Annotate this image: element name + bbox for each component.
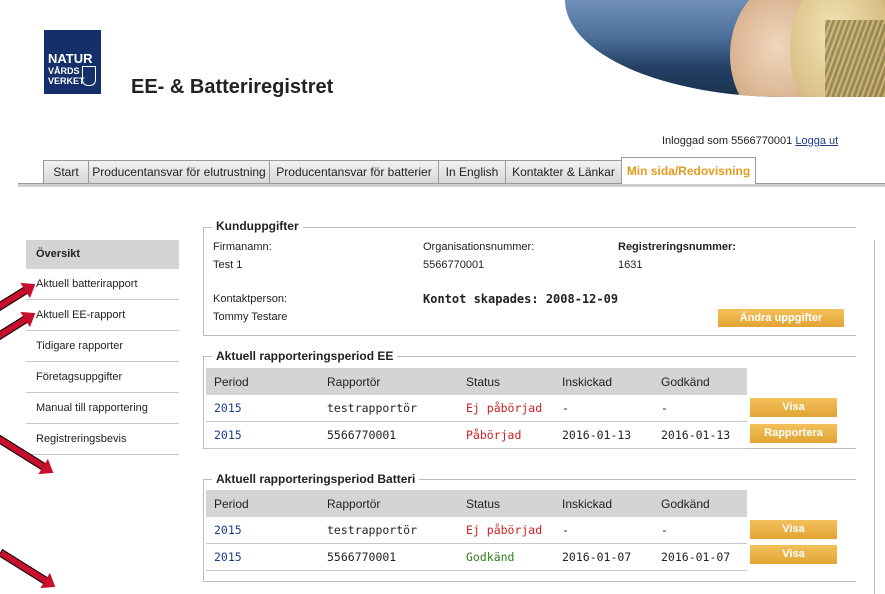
approved-cell: - xyxy=(653,395,747,422)
contact-value: Tommy Testare xyxy=(213,311,288,323)
sidebar-item-foretagsuppgifter[interactable]: Företagsuppgifter xyxy=(26,362,179,393)
status-cell: Påbörjad xyxy=(458,421,554,449)
site-title: EE- & Batteriregistret xyxy=(131,76,334,98)
table-header: Period Rapportör Status Inskickad Godkän… xyxy=(206,368,747,395)
approved-cell: 2016-01-13 xyxy=(653,421,747,449)
tab-in-english[interactable]: In English xyxy=(438,160,506,183)
sent-cell: - xyxy=(554,395,653,422)
tab-elutrustning[interactable]: Producentansvar för elutrustning xyxy=(88,160,270,183)
col-rapportor: Rapportör xyxy=(319,368,458,395)
login-info: Inloggad som 5566770001 Logga ut xyxy=(662,135,838,147)
status-cell: Godkänd xyxy=(458,543,554,571)
col-period: Period xyxy=(206,490,319,517)
col-status: Status xyxy=(458,490,554,517)
ee-period-legend: Aktuell rapporteringsperiod EE xyxy=(212,349,398,363)
battery-period-legend: Aktuell rapporteringsperiod Batteri xyxy=(212,472,420,486)
table-header: Period Rapportör Status Inskickad Godkän… xyxy=(206,490,747,517)
col-inskickad: Inskickad xyxy=(554,490,653,517)
annotation-arrow xyxy=(0,315,29,344)
view-button[interactable]: Visa xyxy=(750,520,837,539)
customer-legend: Kunduppgifter xyxy=(212,219,303,233)
tab-min-sida[interactable]: Min sida/Redovisning xyxy=(621,157,756,184)
period-cell[interactable]: 2015 xyxy=(206,517,319,544)
reg-label: Registreringsnummer: xyxy=(618,241,736,253)
table-row: 2015 testrapportör Ej påbörjad - - xyxy=(206,395,747,422)
sent-cell: - xyxy=(554,517,653,544)
reporter-cell: 5566770001 xyxy=(319,421,458,449)
header-photo xyxy=(565,0,885,97)
org-label: Organisationsnummer: xyxy=(423,241,535,253)
approved-cell: - xyxy=(653,517,747,544)
edit-details-button[interactable]: Ändra uppgifter xyxy=(718,309,844,327)
col-godkand: Godkänd xyxy=(653,490,747,517)
col-inskickad: Inskickad xyxy=(554,368,653,395)
photo-grass xyxy=(825,20,885,97)
logout-link[interactable]: Logga ut xyxy=(795,135,838,147)
naturvardsverket-logo[interactable]: NATUR VÅRDS VERKET xyxy=(44,30,101,94)
table-row: 2015 5566770001 Påbörjad 2016-01-13 2016… xyxy=(206,421,747,449)
battery-period-table: Period Rapportör Status Inskickad Godkän… xyxy=(206,490,747,571)
status-cell: Ej påbörjad xyxy=(458,395,554,422)
company-label: Firmanamn: xyxy=(213,241,272,253)
sidebar: Översikt Aktuell batterirapport Aktuell … xyxy=(26,240,179,455)
period-cell[interactable]: 2015 xyxy=(206,421,319,449)
table-row: 2015 testrapportör Ej påbörjad - - xyxy=(206,517,747,544)
period-cell[interactable]: 2015 xyxy=(206,395,319,422)
table-row: 2015 5566770001 Godkänd 2016-01-07 2016-… xyxy=(206,543,747,571)
tab-batterier[interactable]: Producentansvar för batterier xyxy=(269,160,439,183)
right-border xyxy=(874,240,875,594)
status-cell: Ej påbörjad xyxy=(458,517,554,544)
sidebar-item-oversikt[interactable]: Översikt xyxy=(26,240,179,269)
view-button[interactable]: Visa xyxy=(750,398,837,417)
reporter-cell: testrapportör xyxy=(319,517,458,544)
contact-label: Kontaktperson: xyxy=(213,293,287,305)
company-value: Test 1 xyxy=(213,259,243,271)
report-button[interactable]: Rapportera xyxy=(750,424,837,443)
col-period: Period xyxy=(206,368,319,395)
sent-cell: 2016-01-13 xyxy=(554,421,653,449)
ee-period-table: Period Rapportör Status Inskickad Godkän… xyxy=(206,368,747,449)
sidebar-item-manual[interactable]: Manual till rapportering xyxy=(26,393,179,424)
sidebar-item-ee-rapport[interactable]: Aktuell EE-rapport xyxy=(26,300,179,331)
reporter-cell: testrapportör xyxy=(319,395,458,422)
sidebar-item-tidigare[interactable]: Tidigare rapporter xyxy=(26,331,179,362)
view-button[interactable]: Visa xyxy=(750,545,837,564)
tab-kontakter[interactable]: Kontakter & Länkar xyxy=(505,160,622,183)
approved-cell: 2016-01-07 xyxy=(653,543,747,571)
reporter-cell: 5566770001 xyxy=(319,543,458,571)
login-text: Inloggad som 5566770001 xyxy=(662,135,793,147)
reg-value: 1631 xyxy=(618,259,643,271)
annotation-arrow xyxy=(0,548,49,585)
col-godkand: Godkänd xyxy=(653,368,747,395)
sidebar-item-registreringsbevis[interactable]: Registreringsbevis xyxy=(26,424,179,455)
sent-cell: 2016-01-07 xyxy=(554,543,653,571)
logo-text: NATUR xyxy=(48,51,93,66)
sidebar-item-batterirapport[interactable]: Aktuell batterirapport xyxy=(26,269,179,300)
period-cell[interactable]: 2015 xyxy=(206,543,319,571)
logo-text-2: VÅRDS VERKET xyxy=(48,66,85,86)
tab-start[interactable]: Start xyxy=(43,160,89,183)
org-value: 5566770001 xyxy=(423,259,485,271)
crest-icon xyxy=(82,66,96,86)
col-status: Status xyxy=(458,368,554,395)
main-tabs: Start Producentansvar för elutrustning P… xyxy=(0,157,885,187)
col-rapportor: Rapportör xyxy=(319,490,458,517)
account-created: Kontot skapades: 2008-12-09 xyxy=(423,292,619,306)
